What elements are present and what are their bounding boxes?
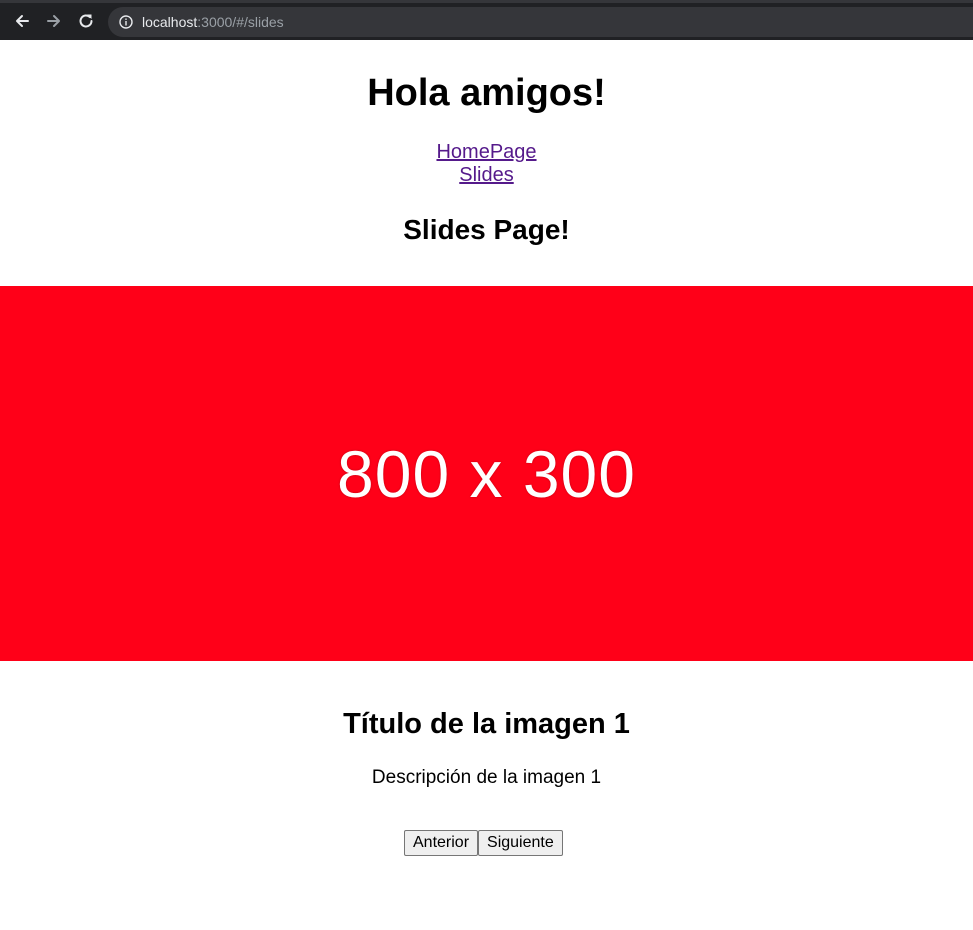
slide-title: Título de la imagen 1 (343, 708, 630, 740)
forward-arrow-icon (47, 15, 60, 27)
back-button[interactable] (11, 10, 33, 32)
nav-links: HomePage Slides (0, 141, 973, 187)
back-arrow-icon (16, 15, 29, 27)
previous-button[interactable]: Anterior (404, 830, 479, 856)
nav-link-homepage[interactable]: HomePage (0, 141, 973, 164)
forward-button[interactable] (43, 10, 65, 32)
reload-button[interactable] (75, 10, 97, 32)
url-text[interactable]: localhost:3000/#/slides (142, 14, 284, 30)
slide-controls: Anterior Siguiente (404, 830, 563, 856)
page-content: Hola amigos! HomePage Slides Slides Page… (0, 40, 973, 930)
slide-description: Descripción de la imagen 1 (371, 767, 602, 788)
nav-link-slides[interactable]: Slides (0, 164, 973, 187)
browser-toolbar: localhost:3000/#/slides (0, 0, 973, 40)
slide-image: 800 x 300 (0, 286, 973, 661)
reload-icon (79, 14, 93, 28)
url-path: :3000/#/slides (197, 14, 284, 30)
site-title: Hola amigos! (367, 72, 606, 114)
page-title: Slides Page! (403, 214, 570, 245)
next-button[interactable]: Siguiente (478, 830, 563, 856)
slide-image-placeholder-text: 800 x 300 (337, 436, 636, 511)
address-bar[interactable]: localhost:3000/#/slides (108, 7, 973, 37)
info-icon[interactable] (119, 15, 133, 29)
url-host: localhost (142, 14, 198, 30)
